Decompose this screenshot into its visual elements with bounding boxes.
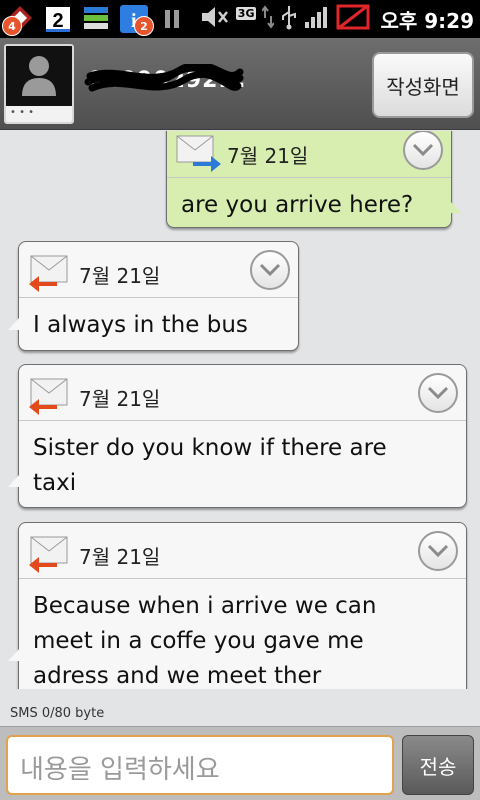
bubble-tail [8, 318, 19, 330]
system-indicators: 3G 오후 9:29 [200, 2, 474, 36]
sent-envelope-icon [176, 135, 221, 172]
storage-icon[interactable] [80, 4, 112, 34]
composer-bar: 내용을 입력하세요 전송 [0, 726, 480, 800]
chevron-down-icon [259, 263, 281, 277]
redaction-scribble [84, 64, 244, 92]
message-bubble-incoming[interactable]: 7월 21일 Sister do you know if there are t… [8, 364, 467, 508]
message-list[interactable]: 7월 21일 are you arrive here? 7월 21일 I alw… [0, 131, 480, 689]
chevron-down-icon [412, 143, 434, 157]
no-sim-icon [336, 3, 370, 35]
app-update-icon[interactable]: 4 [2, 4, 36, 36]
received-envelope-icon [29, 536, 68, 573]
network-type: 3G [235, 6, 257, 20]
message-options-button[interactable] [250, 250, 290, 290]
message-header: 7월 21일 [19, 242, 298, 298]
calendar-icon[interactable]: 2 [42, 4, 74, 34]
mute-icon [200, 4, 230, 34]
message-text: Sister do you know if there are taxi [33, 435, 387, 496]
message-bubble-outgoing[interactable]: 7월 21일 are you arrive here? [166, 131, 461, 228]
status-bar: 4 2 i 2 3G 오후 9:29 [0, 0, 480, 38]
message-date: 7월 21일 [227, 144, 309, 168]
message-text: are you arrive here? [181, 192, 414, 218]
avatar[interactable]: • • • [4, 44, 74, 124]
person-icon [6, 46, 72, 106]
message-bubble-incoming[interactable]: 7월 21일 Because when i arrive we can meet… [8, 522, 467, 689]
message-date: 7월 21일 [79, 387, 161, 411]
avatar-caption: • • • [6, 106, 72, 122]
bubble-tail [8, 649, 19, 661]
notification-badge: 4 [2, 16, 22, 36]
compose-screen-button[interactable]: 작성화면 [372, 52, 474, 118]
message-options-button[interactable] [403, 131, 443, 170]
clock: 오후 9:29 [380, 8, 474, 33]
notification-icons: 4 2 i 2 [2, 3, 188, 36]
message-input[interactable]: 내용을 입력하세요 [6, 735, 394, 795]
message-text: Because when i arrive we can meet in a c… [33, 593, 377, 689]
svg-text:2: 2 [52, 10, 63, 32]
byte-counter: SMS 0/80 byte [10, 706, 105, 721]
chevron-down-icon [427, 386, 449, 400]
message-header: 7월 21일 [19, 365, 466, 421]
message-date: 7월 21일 [79, 545, 161, 569]
info-app-icon[interactable]: i 2 [118, 4, 154, 36]
message-header: 7월 21일 [19, 523, 466, 579]
notification-badge: 2 [134, 16, 154, 36]
message-date: 7월 21일 [79, 264, 161, 288]
message-bubble-incoming[interactable]: 7월 21일 I always in the bus [8, 241, 299, 351]
data-arrows-icon [261, 4, 276, 34]
usb-icon [280, 4, 298, 34]
message-options-button[interactable] [418, 373, 458, 413]
received-envelope-icon [29, 255, 68, 292]
send-button[interactable]: 전송 [402, 735, 474, 795]
chevron-down-icon [427, 544, 449, 558]
message-header: 7월 21일 [167, 131, 451, 178]
bubble-tail [8, 475, 19, 487]
bubble-tail [450, 201, 461, 213]
pause-icon[interactable] [156, 4, 188, 34]
message-text: I always in the bus [33, 312, 248, 338]
signal-icon [304, 4, 330, 34]
received-envelope-icon [29, 378, 68, 415]
message-options-button[interactable] [418, 531, 458, 571]
conversation-header: • • • 01090292... 작성화면 [0, 38, 480, 130]
